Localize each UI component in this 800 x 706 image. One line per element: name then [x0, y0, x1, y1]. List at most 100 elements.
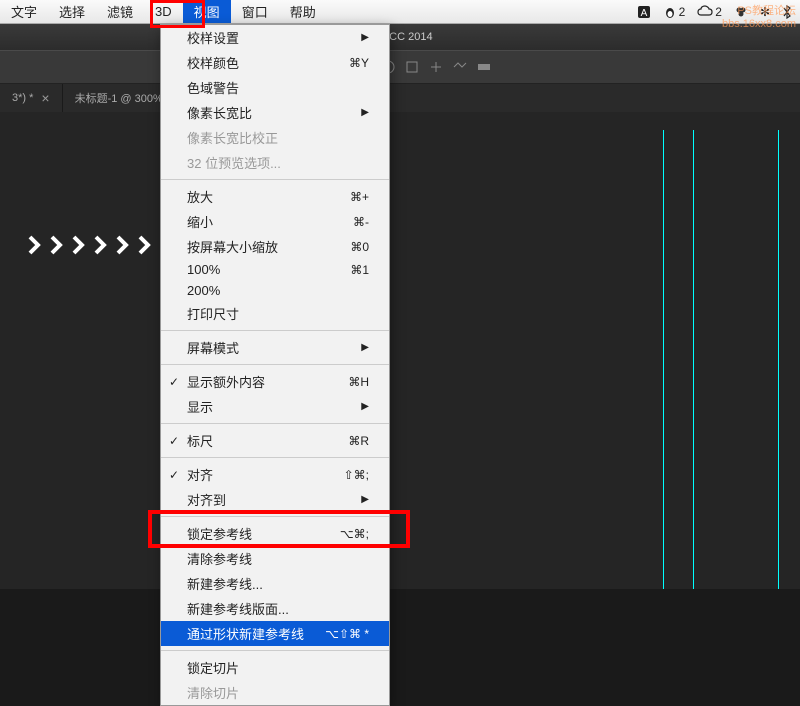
menu-item-label: 色域警告	[187, 78, 239, 97]
menu-shortcut: ⌘1	[350, 263, 369, 277]
adobe-icon: A	[637, 5, 651, 19]
menu-item-label: 200%	[187, 283, 220, 298]
menu-separator	[161, 457, 389, 458]
menu-shortcut: ⌘H	[348, 375, 369, 389]
menu-item[interactable]: 像素长宽比▶	[161, 100, 389, 125]
menu-item[interactable]: 校样设置 ▶	[161, 25, 389, 50]
chevron-right-icon	[68, 234, 90, 256]
arrow-decoration	[24, 234, 156, 256]
menu-shortcut: ⌥⇧⌘ *	[325, 627, 369, 641]
menu-item-label: 对齐	[187, 465, 213, 484]
menu-item: 32 位预览选项...	[161, 150, 389, 175]
menu-text[interactable]: 文字	[0, 0, 48, 23]
menu-shortcut: ⌥⌘;	[340, 527, 369, 541]
menu-shortcut: ⌘+	[350, 190, 369, 204]
chevron-right-icon	[90, 234, 112, 256]
watermark-text: PS教程论坛 bbs.16xx8.com	[722, 2, 796, 30]
submenu-arrow-icon: ▶	[361, 342, 369, 353]
menu-view[interactable]: 视图	[183, 0, 231, 23]
menu-item[interactable]: 100%⌘1	[161, 259, 389, 280]
menu-separator	[161, 330, 389, 331]
menu-item-label: 锁定切片	[187, 658, 239, 677]
menu-item[interactable]: 锁定参考线 ⌥⌘;	[161, 521, 389, 546]
menu-item[interactable]: 放大 ⌘+	[161, 184, 389, 209]
menu-help[interactable]: 帮助	[279, 0, 327, 23]
tool-icon-3[interactable]	[428, 59, 444, 75]
menu-item[interactable]: 校样颜色 ⌘Y	[161, 50, 389, 75]
menu-item-label: 按屏幕大小缩放	[187, 237, 278, 256]
canvas[interactable]	[0, 112, 800, 589]
menu-item-label: 锁定参考线	[187, 524, 252, 543]
menu-item[interactable]: 新建参考线版面...	[161, 596, 389, 621]
cc-cloud-icon: 2	[697, 5, 722, 19]
menu-item[interactable]: ✓标尺⌘R	[161, 428, 389, 453]
menu-shortcut: ⌘0	[350, 240, 369, 254]
chevron-right-icon	[112, 234, 134, 256]
menu-item[interactable]: 显示 ▶	[161, 394, 389, 419]
chevron-right-icon	[46, 234, 68, 256]
menu-item[interactable]: 缩小 ⌘-	[161, 209, 389, 234]
penguin-icon: 2	[663, 5, 686, 19]
menu-item[interactable]: 打印尺寸	[161, 301, 389, 326]
submenu-arrow-icon: ▶	[361, 401, 369, 412]
menu-item-label: 新建参考线版面...	[187, 599, 289, 618]
menu-select[interactable]: 选择	[48, 0, 96, 23]
menu-item[interactable]: 屏幕模式▶	[161, 335, 389, 360]
system-menubar: 文字 选择 滤镜 3D 视图 窗口 帮助 A 2 2 ✻	[0, 0, 800, 24]
menu-separator	[161, 179, 389, 180]
vertical-guide[interactable]	[663, 130, 664, 589]
menu-item-label: 校样颜色	[187, 53, 239, 72]
svg-text:A: A	[640, 8, 647, 19]
menu-item-label: 清除切片	[187, 683, 239, 702]
menu-item[interactable]: 通过形状新建参考线 ⌥⇧⌘ *	[161, 621, 389, 646]
tab-label: 3*) *	[12, 92, 33, 104]
menu-item-label: 打印尺寸	[187, 304, 239, 323]
menu-separator	[161, 364, 389, 365]
check-icon: ✓	[169, 375, 179, 389]
chevron-right-icon	[134, 234, 156, 256]
menu-item-label: 校样设置	[187, 28, 239, 47]
menu-shortcut: ⌘Y	[349, 56, 369, 70]
close-icon[interactable]: ×	[41, 90, 49, 106]
menu-item-label: 通过形状新建参考线	[187, 624, 304, 643]
menu-item-label: 显示	[187, 397, 213, 416]
tool-icon-5[interactable]	[476, 59, 492, 75]
menu-item-label: 对齐到	[187, 490, 226, 509]
submenu-arrow-icon: ▶	[361, 32, 369, 43]
menu-item[interactable]: ✓对齐⇧⌘;	[161, 462, 389, 487]
menu-item[interactable]: 按屏幕大小缩放 ⌘0	[161, 234, 389, 259]
submenu-arrow-icon: ▶	[361, 494, 369, 505]
tool-icon-2[interactable]	[404, 59, 420, 75]
menu-item: 清除切片	[161, 680, 389, 705]
options-bar	[0, 50, 800, 84]
menu-item-label: 缩小	[187, 212, 213, 231]
menu-item-label: 显示额外内容	[187, 372, 265, 391]
menu-item-label: 像素长宽比校正	[187, 128, 278, 147]
document-tabs: 3*) * × 未标题-1 @ 300% ×	[0, 84, 800, 112]
menu-item-label: 标尺	[187, 431, 213, 450]
menu-item-label: 32 位预览选项...	[187, 153, 281, 172]
tab-label: 未标题-1 @ 300%	[75, 90, 163, 106]
menu-3d[interactable]: 3D	[144, 0, 183, 23]
vertical-guide[interactable]	[693, 130, 694, 589]
menu-filter[interactable]: 滤镜	[96, 0, 144, 23]
menu-item[interactable]: 锁定切片	[161, 655, 389, 680]
menu-window[interactable]: 窗口	[231, 0, 279, 23]
menu-item[interactable]: ✓ 显示额外内容 ⌘H	[161, 369, 389, 394]
document-tab-1[interactable]: 3*) * ×	[0, 84, 63, 112]
menu-shortcut: ⌘-	[353, 215, 369, 229]
menu-item[interactable]: 色域警告	[161, 75, 389, 100]
menu-item-label: 清除参考线	[187, 549, 252, 568]
menu-shortcut: ⌘R	[348, 434, 369, 448]
menu-item-label: 新建参考线...	[187, 574, 263, 593]
menu-item[interactable]: 清除参考线	[161, 546, 389, 571]
menu-item[interactable]: 新建参考线...	[161, 571, 389, 596]
menu-item[interactable]: 200%	[161, 280, 389, 301]
view-menu-dropdown: 校样设置 ▶ 校样颜色 ⌘Y 色域警告像素长宽比▶ 像素长宽比校正 32 位预览选项... 放…	[160, 24, 390, 706]
chevron-right-icon	[24, 234, 46, 256]
vertical-guide[interactable]	[778, 130, 779, 589]
menu-item-label: 放大	[187, 187, 213, 206]
tool-icon-4[interactable]	[452, 59, 468, 75]
check-icon: ✓	[169, 468, 179, 482]
menu-item[interactable]: 对齐到 ▶	[161, 487, 389, 512]
